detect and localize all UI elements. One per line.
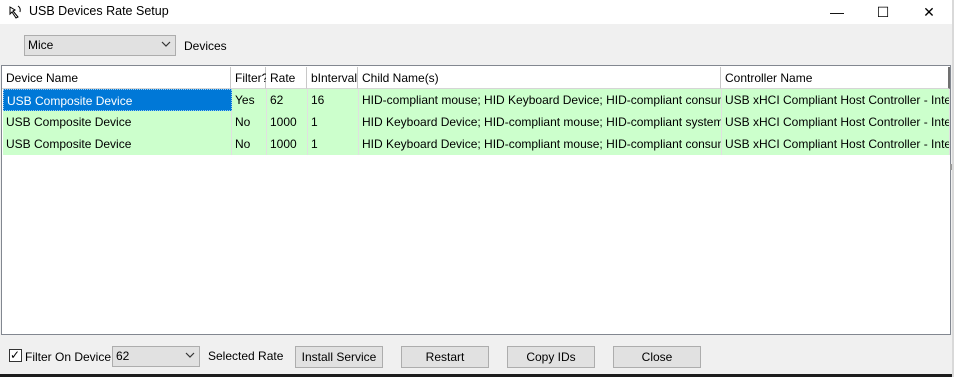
install-service-button[interactable]: Install Service: [295, 346, 383, 368]
column-header-child-names[interactable]: Child Name(s): [358, 67, 721, 89]
restart-button[interactable]: Restart: [401, 346, 489, 368]
chevron-down-icon: [161, 41, 171, 47]
title-bar[interactable]: USB Devices Rate Setup — ☐ ✕: [0, 0, 954, 24]
app-window: USB Devices Rate Setup — ☐ ✕ Mice Device…: [0, 0, 954, 377]
table-cell: USB Composite Device: [3, 133, 232, 155]
maximize-icon: ☐: [876, 4, 890, 20]
table-cell: HID Keyboard Device; HID-compliant mouse…: [359, 111, 722, 133]
table-cell: 16: [308, 89, 359, 111]
checkmark-icon: ✓: [10, 348, 21, 362]
table-cell: 62: [267, 89, 308, 111]
table-cell: No: [232, 111, 267, 133]
close-window-button[interactable]: ✕: [906, 0, 952, 24]
column-header-controller-name[interactable]: Controller Name: [721, 67, 950, 89]
window-title: USB Devices Rate Setup: [29, 4, 169, 18]
device-type-value: Mice: [28, 38, 54, 52]
devices-label: Devices: [184, 39, 227, 53]
table-cell: HID Keyboard Device; HID-compliant mouse…: [359, 133, 722, 155]
table-cell: USB Composite Device: [3, 111, 232, 133]
device-type-dropdown[interactable]: Mice: [24, 35, 176, 56]
table-cell: No: [232, 133, 267, 155]
mouse-app-icon: [9, 5, 21, 19]
maximize-button[interactable]: ☐: [860, 0, 906, 24]
minimize-icon: —: [830, 4, 844, 20]
table-cell: USB Composite Device: [3, 89, 232, 111]
selected-rate-label: Selected Rate: [208, 349, 284, 363]
table-row[interactable]: USB Composite Device No 1000 1 HID Keybo…: [3, 111, 950, 133]
selected-rate-value: 62: [116, 349, 130, 363]
table-cell: 1: [308, 133, 359, 155]
close-icon: ✕: [923, 4, 935, 20]
device-table[interactable]: Device Name Filter? Rate bInterval Child…: [1, 65, 951, 335]
table-cell: 1000: [267, 111, 308, 133]
close-button[interactable]: Close: [613, 346, 701, 368]
table-row[interactable]: USB Composite Device Yes 62 16 HID-compl…: [3, 89, 950, 111]
column-header-binterval[interactable]: bInterval: [307, 67, 358, 89]
filter-on-device-label: Filter On Device: [25, 350, 112, 364]
table-cell: HID-compliant mouse; HID Keyboard Device…: [359, 89, 722, 111]
column-header-rate[interactable]: Rate: [266, 67, 307, 89]
filter-on-device-checkbox[interactable]: ✓: [9, 348, 22, 362]
table-row[interactable]: USB Composite Device No 1000 1 HID Keybo…: [3, 133, 950, 155]
table-cell: Yes: [232, 89, 267, 111]
minimize-button[interactable]: —: [814, 0, 860, 24]
table-cell: USB xHCI Compliant Host Controller - Int…: [722, 133, 950, 155]
table-cell: USB xHCI Compliant Host Controller - Int…: [722, 111, 950, 133]
column-header-filter[interactable]: Filter?: [231, 67, 268, 89]
table-cell: USB xHCI Compliant Host Controller - Int…: [722, 89, 950, 111]
chevron-down-icon: [185, 352, 195, 358]
table-cell: 1000: [267, 133, 308, 155]
column-header-device-name[interactable]: Device Name: [2, 67, 231, 89]
copy-ids-button[interactable]: Copy IDs: [507, 346, 595, 368]
table-cell: 1: [308, 111, 359, 133]
selected-rate-dropdown[interactable]: 62: [112, 346, 200, 367]
